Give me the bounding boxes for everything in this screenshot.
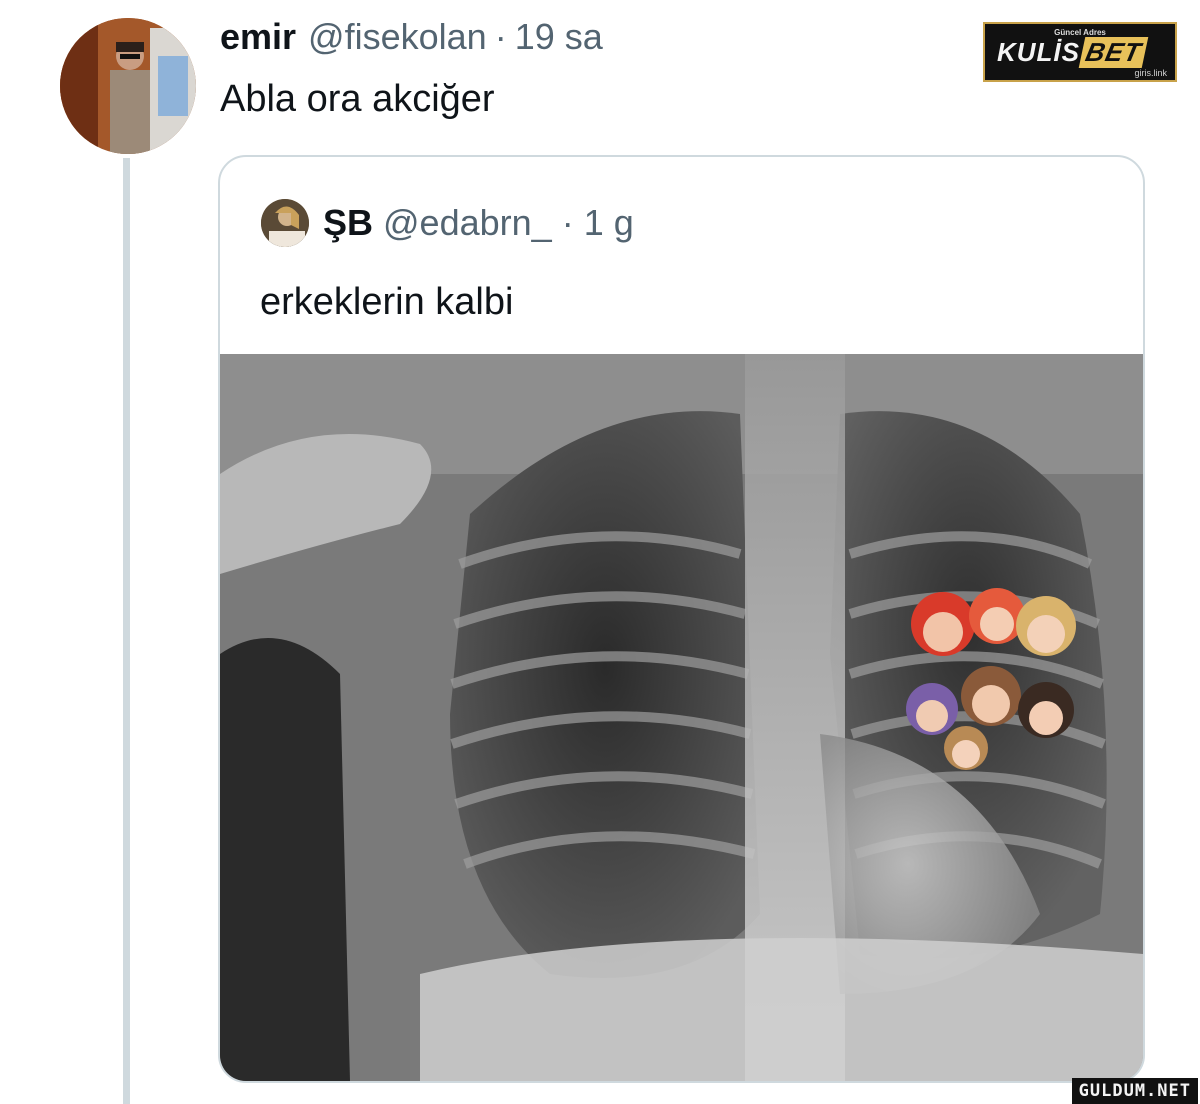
quoted-tweet-card[interactable]: ŞB @edabrn_ · 1 g erkeklerin kalbi (218, 155, 1145, 1083)
quoted-meta-separator: · (561, 202, 574, 243)
author-name[interactable]: emir (220, 16, 296, 58)
quoted-author-avatar[interactable] (261, 199, 309, 247)
tweet-text: Abla ora akciğer (220, 78, 495, 120)
chest-xray-image[interactable] (220, 354, 1143, 1081)
sponsor-badge: Güncel Adres KULİS BET giris.link (983, 22, 1177, 82)
sponsor-badge-top-text: Güncel Adres (1054, 28, 1106, 37)
quoted-author-name[interactable]: ŞB (323, 202, 373, 244)
author-photo-icon (60, 18, 196, 154)
sponsor-badge-sub-text: giris.link (1134, 68, 1167, 78)
tweet-timestamp[interactable]: 19 sa (515, 16, 603, 58)
tweet-header: emir @fisekolan · 19 sa (220, 16, 603, 66)
quoted-author-photo-icon (261, 199, 309, 247)
quoted-tweet-text: erkeklerin kalbi (260, 281, 514, 323)
author-handle[interactable]: @fisekolan (308, 16, 487, 58)
sponsor-badge-name-accent: BET (1078, 37, 1149, 68)
sponsor-badge-name-main: KULİS (997, 37, 1080, 67)
quoted-tweet-timestamp[interactable]: 1 g (584, 202, 634, 244)
sponsor-badge-logo: KULİS BET (997, 37, 1149, 68)
author-avatar[interactable] (60, 18, 196, 154)
thread-connector-line (123, 158, 130, 1104)
site-watermark: GULDUM.NET (1071, 1078, 1198, 1104)
meta-separator: · (494, 16, 507, 57)
quoted-tweet-header: ŞB @edabrn_ · 1 g (323, 202, 634, 244)
quoted-author-handle[interactable]: @edabrn_ (383, 202, 552, 244)
